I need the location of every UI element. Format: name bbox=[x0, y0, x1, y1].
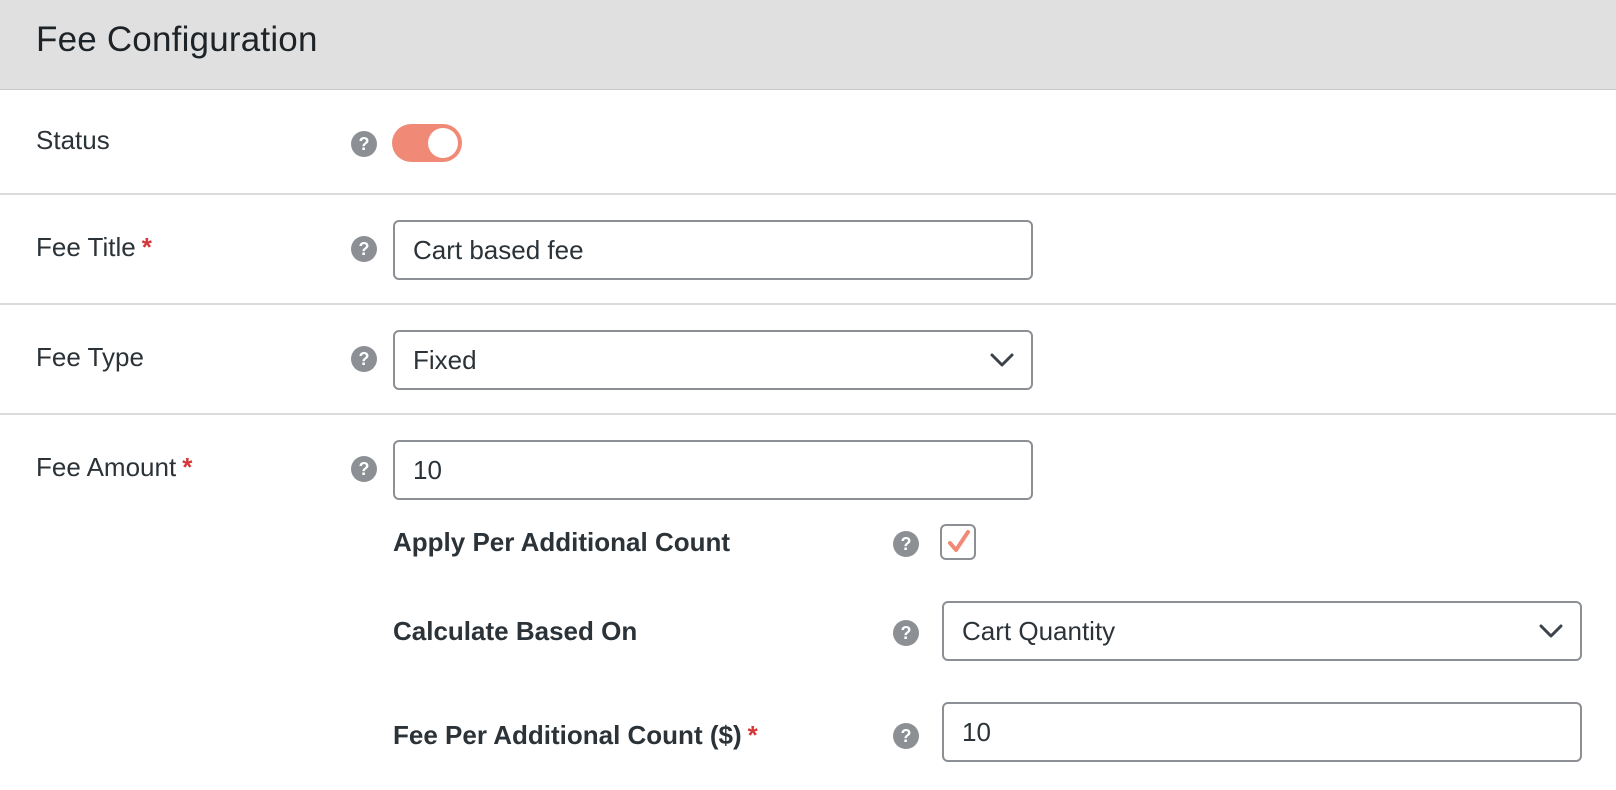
required-asterisk: * bbox=[747, 720, 758, 750]
fee-per-additional-label-text: Fee Per Additional Count ($) bbox=[393, 720, 742, 750]
help-icon[interactable]: ? bbox=[351, 346, 377, 372]
fee-title-label-text: Fee Title bbox=[36, 232, 136, 262]
status-label-text: Status bbox=[36, 125, 110, 155]
page-title: Fee Configuration bbox=[36, 20, 318, 59]
fee-title-label: Fee Title * bbox=[36, 232, 152, 263]
status-label: Status bbox=[36, 125, 110, 156]
apply-per-additional-label-text: Apply Per Additional Count bbox=[393, 527, 731, 557]
status-toggle[interactable] bbox=[392, 124, 462, 162]
fee-per-additional-label: Fee Per Additional Count ($) * bbox=[393, 720, 758, 751]
help-icon[interactable]: ? bbox=[893, 531, 919, 557]
fee-type-selected-value: Fixed bbox=[413, 345, 477, 375]
chevron-down-icon bbox=[990, 353, 1014, 367]
chevron-down-icon bbox=[1539, 624, 1563, 638]
row-divider bbox=[0, 193, 1616, 195]
fee-configuration-panel: Fee Configuration Status ? Fee Title * ? … bbox=[0, 0, 1616, 790]
fee-amount-label: Fee Amount * bbox=[36, 452, 192, 483]
fee-per-additional-value: 10 bbox=[962, 717, 991, 747]
calculate-based-on-selected-value: Cart Quantity bbox=[962, 616, 1116, 646]
help-icon[interactable]: ? bbox=[351, 131, 377, 157]
fee-amount-label-text: Fee Amount bbox=[36, 452, 177, 482]
fee-per-additional-input[interactable]: 10 bbox=[942, 702, 1582, 762]
fee-amount-value: 10 bbox=[413, 455, 442, 485]
calculate-based-on-select[interactable]: Cart Quantity bbox=[942, 601, 1582, 661]
toggle-knob bbox=[428, 128, 458, 158]
required-asterisk: * bbox=[182, 452, 193, 482]
help-icon[interactable]: ? bbox=[893, 723, 919, 749]
help-icon[interactable]: ? bbox=[893, 620, 919, 646]
panel-header: Fee Configuration bbox=[0, 0, 1616, 90]
calculate-based-on-label: Calculate Based On bbox=[393, 616, 637, 647]
fee-title-input[interactable]: Cart based fee bbox=[393, 220, 1033, 280]
row-divider bbox=[0, 413, 1616, 415]
fee-type-label: Fee Type bbox=[36, 342, 144, 373]
apply-per-additional-label: Apply Per Additional Count bbox=[393, 527, 730, 558]
calculate-based-on-label-text: Calculate Based On bbox=[393, 616, 638, 646]
help-icon[interactable]: ? bbox=[351, 456, 377, 482]
help-icon[interactable]: ? bbox=[351, 236, 377, 262]
required-asterisk: * bbox=[141, 232, 152, 262]
row-divider bbox=[0, 303, 1616, 305]
fee-title-value: Cart based fee bbox=[413, 235, 584, 265]
fee-amount-input[interactable]: 10 bbox=[393, 440, 1033, 500]
fee-type-label-text: Fee Type bbox=[36, 342, 144, 372]
fee-type-select[interactable]: Fixed bbox=[393, 330, 1033, 390]
apply-per-additional-checkbox[interactable] bbox=[940, 524, 976, 560]
checkmark-icon bbox=[948, 530, 970, 552]
